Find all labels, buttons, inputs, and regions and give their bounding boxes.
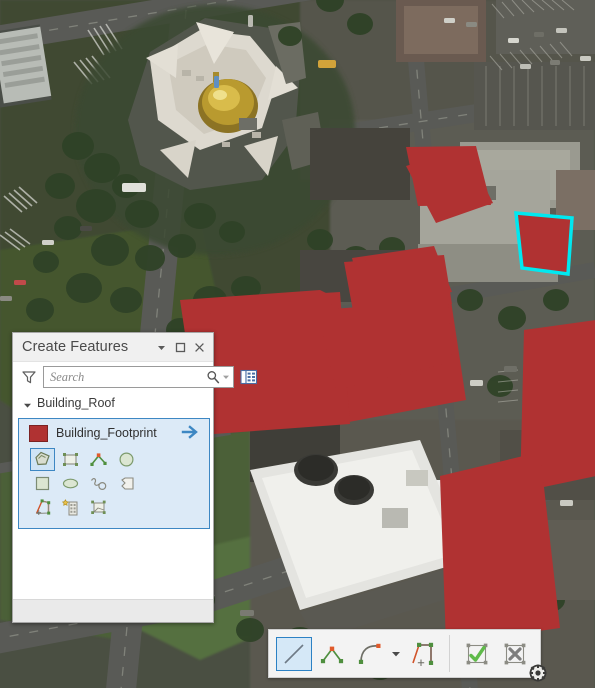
arc-vertices-tool[interactable] — [314, 637, 350, 671]
templates-view-icon[interactable] — [240, 368, 258, 386]
feature-template-label: Building_Footprint — [56, 426, 157, 440]
template-group-header[interactable]: Building_Roof — [13, 392, 213, 414]
template-group-label: Building_Roof — [37, 396, 115, 410]
page-title: Create Features — [22, 339, 129, 355]
right-angle-tool[interactable] — [404, 637, 440, 671]
search-icon[interactable] — [206, 370, 220, 384]
sketch-toolbar[interactable] — [268, 629, 541, 678]
symbol-swatch — [29, 424, 48, 442]
template-tool-grid[interactable] — [21, 443, 207, 525]
regular-polygon-tool[interactable] — [86, 496, 111, 519]
template-list[interactable]: Building_Footprint — [18, 418, 210, 529]
pane-title-bar: Create Features — [13, 333, 213, 362]
line-segment-tool[interactable] — [276, 636, 312, 671]
pane-empty-area — [13, 529, 213, 599]
filter-icon[interactable] — [21, 369, 37, 385]
feature-template-building-footprint[interactable]: Building_Footprint — [19, 419, 209, 528]
toolbar-divider — [449, 635, 450, 672]
trace-vertices-tool[interactable] — [86, 448, 111, 471]
search-row — [13, 362, 258, 392]
chevron-down-icon[interactable] — [220, 370, 231, 384]
building-footprint-polygon-selected — [514, 211, 574, 276]
feature-template-header[interactable]: Building_Footprint — [21, 423, 207, 443]
circle-tool[interactable] — [114, 448, 139, 471]
square-tool[interactable] — [30, 472, 55, 495]
chevron-down-icon[interactable] — [23, 399, 32, 408]
polygon-tool[interactable] — [30, 448, 55, 471]
curve-segment-tool[interactable] — [352, 637, 388, 671]
finish-sketch-button[interactable] — [459, 637, 495, 671]
autocomplete-polygon-tool[interactable] — [114, 472, 139, 495]
search-input[interactable] — [50, 369, 206, 385]
segment-tool-group — [269, 630, 447, 677]
sketch-settings-button[interactable] — [528, 663, 548, 683]
sketch-action-group — [452, 630, 540, 677]
construct-building-tool[interactable] — [58, 496, 83, 519]
pane-close-button[interactable] — [190, 337, 209, 357]
pane-maximize-button[interactable] — [171, 337, 190, 357]
pane-footer — [13, 599, 213, 622]
freehand-tool[interactable] — [86, 472, 111, 495]
ellipse-tool[interactable] — [58, 472, 83, 495]
building-footprint-polygon — [406, 146, 491, 206]
rectangle-tool[interactable] — [58, 448, 83, 471]
arrow-right-icon[interactable] — [181, 425, 201, 441]
right-angle-polygon-tool[interactable] — [30, 496, 55, 519]
segment-dropdown-chevron-down-icon[interactable] — [389, 637, 403, 671]
search-box[interactable] — [43, 366, 234, 388]
create-features-pane[interactable]: Create Features Search Building_Roof Bui… — [12, 332, 258, 623]
pane-menu-button[interactable] — [152, 337, 171, 357]
